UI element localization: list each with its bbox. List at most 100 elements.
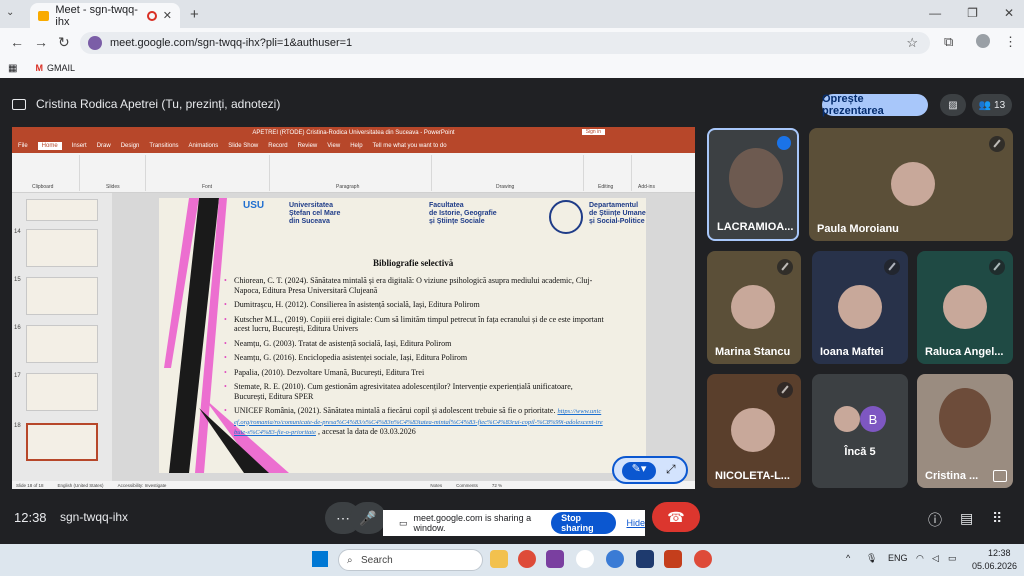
close-tab-icon[interactable]: ✕ <box>163 9 172 22</box>
start-icon[interactable] <box>312 551 328 567</box>
slide-thumbnail[interactable] <box>26 277 98 315</box>
slide-title: Bibliografie selectivă <box>373 258 454 268</box>
language-indicator[interactable]: ENG <box>888 553 908 563</box>
clock-time[interactable]: 12:38 <box>988 548 1011 558</box>
browser-menu-icon[interactable]: ⋮ <box>1004 34 1017 50</box>
ppt-menu-view[interactable]: View <box>327 143 340 149</box>
ribbon-addins[interactable]: Add-ins <box>634 155 664 191</box>
sharing-notice-bar: ▭ meet.google.com is sharing a window. S… <box>383 510 645 536</box>
participant-tile[interactable]: LACRAMIOA... <box>707 128 799 241</box>
ppt-menu-slideshow[interactable]: Slide Show <box>228 143 258 149</box>
wifi-icon[interactable]: ◠ <box>916 553 924 564</box>
presenting-banner: Cristina Rodica Apetrei (Tu, prezinți, a… <box>12 94 942 114</box>
participants-button[interactable]: 👥 13 <box>972 94 1012 116</box>
hide-self-view-icon[interactable]: ▨ <box>940 94 966 116</box>
address-bar[interactable]: meet.google.com/sgn-twqq-ihx?pli=1&authu… <box>80 32 930 54</box>
stop-presenting-button[interactable]: Oprește prezentarea <box>822 93 928 117</box>
photos-icon[interactable] <box>636 550 654 568</box>
bookmark-gmail[interactable]: GMAIL <box>47 63 75 73</box>
comments-button[interactable]: Comments <box>456 483 478 488</box>
stop-sharing-button[interactable]: Stop sharing <box>551 512 617 534</box>
participant-tile[interactable]: Ioana Maftei <box>812 251 908 364</box>
tray-mic-icon[interactable]: 🎙 <box>866 553 877 564</box>
participant-tile[interactable]: Paula Moroianu <box>809 128 1013 241</box>
forward-icon[interactable]: → <box>34 34 48 50</box>
minimize-icon[interactable]: — <box>929 6 941 20</box>
participant-tile[interactable]: Marina Stancu <box>707 251 801 364</box>
ppt-menu-home[interactable]: Home <box>37 142 62 150</box>
slide-thumbnail[interactable] <box>26 199 98 221</box>
expand-icon[interactable]: ⤢ <box>666 462 676 477</box>
chat-icon[interactable]: ▤ <box>960 510 973 527</box>
ppt-menu-draw[interactable]: Draw <box>97 143 111 149</box>
ribbon-clipboard[interactable]: Clipboard <box>14 155 80 191</box>
info-icon[interactable]: ⓘ <box>928 510 942 530</box>
ppt-sign-in-button[interactable]: Sign in <box>581 129 605 135</box>
profile-avatar[interactable] <box>976 34 990 48</box>
slide-thumbnail[interactable] <box>26 325 98 363</box>
volume-icon[interactable]: ◁ <box>932 553 939 564</box>
hide-button[interactable]: Hide <box>626 518 645 528</box>
restore-icon[interactable]: ❐ <box>967 6 978 20</box>
back-icon[interactable]: ← <box>10 34 24 50</box>
mail-icon[interactable] <box>546 550 564 568</box>
avatar <box>731 285 775 329</box>
ppt-menu-review[interactable]: Review <box>298 143 318 149</box>
accessibility-status[interactable]: Accessibility: Investigate <box>118 483 167 488</box>
ppt-menu-insert[interactable]: Insert <box>72 143 87 149</box>
pen-tool-icon[interactable]: ✎▾ <box>622 462 656 480</box>
ppt-menu-transitions[interactable]: Transitions <box>149 143 178 149</box>
close-window-icon[interactable]: ✕ <box>1004 6 1014 20</box>
taskbar-search[interactable]: ⌕ Search <box>338 549 483 571</box>
ribbon-addins-label: Add-ins <box>638 184 655 190</box>
battery-icon[interactable]: ▭ <box>948 553 957 564</box>
ribbon-editing[interactable]: Editing <box>586 155 632 191</box>
meeting-code: sgn-twqq-ihx <box>60 510 129 524</box>
tray-chevron-icon[interactable]: ^ <box>846 553 850 563</box>
zoom-level[interactable]: 72 % <box>492 483 502 488</box>
leave-call-button[interactable]: ☎ <box>652 502 700 532</box>
ribbon-drawing[interactable]: Drawing <box>434 155 584 191</box>
browser-tab-meet[interactable]: Meet - sgn-twqq-ihx ✕ <box>30 3 180 28</box>
language-status[interactable]: English (United States) <box>58 483 104 488</box>
activities-icon[interactable]: ⠿ <box>992 510 1002 527</box>
chrome-profile-icon[interactable] <box>694 550 712 568</box>
tab-search-icon[interactable]: ⌄ <box>6 7 14 18</box>
slide-thumbnail[interactable] <box>26 373 98 411</box>
participant-tile[interactable]: NICOLETA-L... <box>707 374 801 488</box>
file-explorer-icon[interactable] <box>490 550 508 568</box>
google-icon[interactable] <box>576 550 594 568</box>
bookmark-star-icon[interactable]: ☆ <box>906 35 918 51</box>
pip-icon[interactable] <box>993 470 1007 482</box>
slide-thumbnail[interactable] <box>26 229 98 267</box>
ppt-menu-animations[interactable]: Animations <box>189 143 219 149</box>
ppt-menu-record[interactable]: Record <box>268 143 287 149</box>
chrome-icon[interactable] <box>518 550 536 568</box>
ribbon-editing-label: Editing <box>598 184 614 190</box>
ppt-menu-design[interactable]: Design <box>121 143 140 149</box>
clock-date[interactable]: 05.06.2026 <box>972 561 1017 571</box>
new-tab-button[interactable]: + <box>190 6 199 23</box>
ribbon-font[interactable]: Font <box>148 155 270 191</box>
microphone-icon[interactable]: 🎤 <box>350 502 386 534</box>
powerpoint-icon[interactable] <box>664 550 682 568</box>
reload-icon[interactable]: ↻ <box>58 34 70 51</box>
apps-grid-icon[interactable]: ▦ <box>8 63 17 74</box>
ppt-menu-help[interactable]: Help <box>350 143 362 149</box>
notes-button[interactable]: Notes <box>430 483 442 488</box>
ribbon-paragraph[interactable]: Paragraph <box>272 155 432 191</box>
ppt-menu-file[interactable]: File <box>18 143 28 149</box>
ribbon-slides[interactable]: Slides <box>82 155 146 191</box>
extensions-icon[interactable]: ⧉ <box>944 34 953 50</box>
ppt-title: APETREI (RTODE) Cristina-Rodica Universi… <box>252 130 455 136</box>
globe-icon[interactable] <box>606 550 624 568</box>
reference-item: Papalia, (2010). Dezvoltare Umană, Bucur… <box>224 368 604 378</box>
participant-tile[interactable]: Raluca Angel... <box>917 251 1013 364</box>
self-view-tile[interactable]: Cristina ... <box>917 374 1013 488</box>
slide-thumbnail-selected[interactable] <box>26 423 98 461</box>
tab-title: Meet - sgn-twqq-ihx <box>55 3 138 28</box>
more-participants-tile[interactable]: B Încă 5 <box>812 374 908 488</box>
ppt-tell-me[interactable]: Tell me what you want to do <box>373 143 447 149</box>
thumb-number: 18 <box>14 423 21 429</box>
site-info-icon[interactable] <box>88 36 102 50</box>
